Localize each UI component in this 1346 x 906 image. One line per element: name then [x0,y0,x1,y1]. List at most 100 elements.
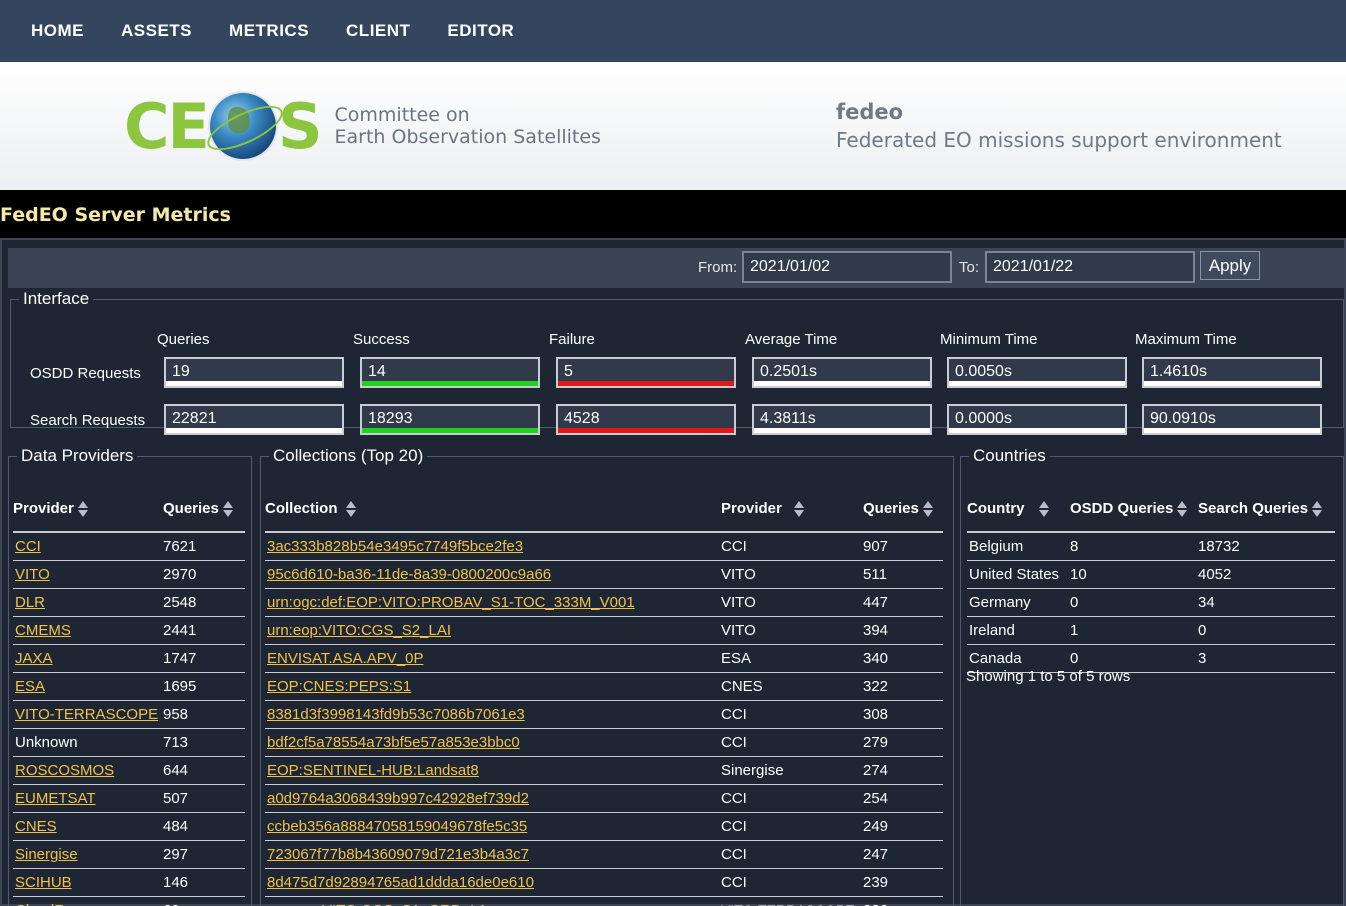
nav-editor[interactable]: EDITOR [447,21,514,41]
sort-icon[interactable] [1312,501,1323,518]
sort-icon[interactable] [1177,501,1188,518]
provider-link[interactable]: SCIHUB [15,874,72,891]
nav-home[interactable]: HOME [31,21,84,41]
apply-button[interactable]: Apply [1200,251,1260,280]
nav-metrics[interactable]: METRICS [229,21,309,41]
logo-tag-line-1: Committee on [334,104,470,126]
collection-provider-cell: CCI [721,728,863,757]
sort-icon[interactable] [922,501,933,518]
collection-queries-cell: 254 [863,784,943,813]
logo-tagline: Committee on Earth Observation Satellite… [335,104,601,148]
search-queries-header-label: Search Queries [1198,499,1309,517]
provider-link[interactable]: JAXA [15,650,53,667]
collections-table: Collection Provider Queries 3ac333b828b5… [265,486,943,906]
provider-cell: JAXA [13,644,163,673]
collection-provider-cell: VITO [721,616,863,645]
sort-icon[interactable] [793,501,804,518]
country-name-cell: Ireland [967,616,1070,645]
queries-header[interactable]: Queries [163,486,245,533]
table-row: 95c6d610-ba36-11de-8a39-0800200c9a66 VITO… [265,560,943,589]
provider-cell: CMEMS [13,616,163,645]
collection-queries-cell: 249 [863,812,943,841]
collection-link[interactable]: a0d9764a3068439b997c42928ef739d2 [267,790,529,807]
provider-link[interactable]: CMEMS [15,622,71,639]
collection-queries-cell: 394 [863,616,943,645]
provider-cell: DLR [13,588,163,617]
provider-queries-cell: 2970 [163,560,245,589]
provider-link[interactable]: VITO-TERRASCOPE [15,706,158,723]
provider-link[interactable]: CNES [15,818,57,835]
collection-link[interactable]: 3ac333b828b54e3495c7749f5bce2fe3 [267,538,523,555]
provider-link[interactable]: CloudFerro [15,902,90,906]
collection-link[interactable]: bdf2cf5a78554a73bf5e57a853e3bbc0 [267,734,520,751]
collection-link[interactable]: 8d475d7d92894765ad1ddda16de0e610 [267,874,534,891]
provider-cell: CCI [13,532,163,561]
coll-queries-header-label: Queries [863,499,919,517]
table-row: EOP:CNES:PEPS:S1 CNES 322 [265,672,943,701]
provider-link[interactable]: Sinergise [15,846,78,863]
osdd-queries-header[interactable]: OSDD Queries [1070,486,1198,533]
collection-link[interactable]: 95c6d610-ba36-11de-8a39-0800200c9a66 [267,566,551,583]
provider-link[interactable]: CCI [15,538,41,555]
osdd-success-bar [362,381,538,386]
countries-table: Country OSDD Queries Search Queries Belg… [967,486,1335,673]
provider-link[interactable]: EUMETSAT [15,790,96,807]
provider-link[interactable]: ESA [15,678,45,695]
provider-link[interactable]: DLR [15,594,45,611]
collection-link[interactable]: 723067f77b8b43609079d721e3b4a3c7 [267,846,529,863]
country-header[interactable]: Country [967,486,1070,533]
collection-link[interactable]: 8381d3f3998143fd9b53c7086b7061e3 [267,706,525,723]
sort-icon[interactable] [77,501,88,518]
search-minimum-time-value: 0.0000s [955,410,1012,427]
metrics-panel: From: To: Apply Interface Queries Succes… [0,238,1346,906]
top-nav: HOME ASSETS METRICS CLIENT EDITOR [0,0,1346,62]
collection-cell: 3ac333b828b54e3495c7749f5bce2fe3 [265,532,721,561]
collection-cell: EOP:SENTINEL-HUB:Landsat8 [265,756,721,785]
countries-legend: Countries [973,446,1046,465]
collection-link[interactable]: urn:ogc:def:EOP:VITO:PROBAV_S1-TOC_333M_… [267,594,635,611]
collection-link[interactable]: ENVISAT.ASA.APV_0P [267,650,423,667]
provider-link[interactable]: ROSCOSMOS [15,762,114,779]
osdd-queries-box: 19 [164,357,344,388]
collection-link[interactable]: EOP:SENTINEL-HUB:Landsat8 [267,762,479,779]
table-row: DLR 2548 [13,588,245,617]
search-average-time-box: 4.3811s [752,404,932,435]
providers-table: Provider Queries CCI 7621 VITO 2970 DLR 2548 C… [13,486,245,906]
osdd-success-value: 14 [368,363,386,380]
from-date-input[interactable] [742,251,952,283]
coll-provider-header[interactable]: Provider [721,486,863,533]
coll-queries-header[interactable]: Queries [863,486,943,533]
nav-assets[interactable]: ASSETS [121,21,192,41]
osdd-failure-value: 5 [564,363,573,380]
title-bar: FedEO Server Metrics [0,190,1346,238]
search-failure-value: 4528 [564,410,600,427]
osdd-requests-label: OSDD Requests [30,365,141,382]
to-date-input[interactable] [985,251,1195,283]
search-success-box: 18293 [360,404,540,435]
country-search-cell: 0 [1198,616,1335,645]
collection-link[interactable]: urn:eop:VITO:CGS_S2_LAI [267,622,451,639]
collection-link[interactable]: EOP:CNES:PEPS:S1 [267,678,411,695]
sort-icon[interactable] [345,501,356,518]
search-queries-value: 22821 [172,410,217,427]
table-row: VITO-TERRASCOPE 958 [13,700,245,729]
collection-header[interactable]: Collection [265,486,721,533]
collections-fieldset: Collections (Top 20) Collection Provider… [260,446,954,906]
collection-cell: bdf2cf5a78554a73bf5e57a853e3bbc0 [265,728,721,757]
collection-link[interactable]: ccbeb356a88847058159049678fe5c35 [267,818,527,835]
sort-icon[interactable] [1038,501,1049,518]
search-average-time-bar [754,428,930,433]
provider-link[interactable]: VITO [15,566,50,583]
fedeo-title: fedeo [836,100,904,124]
sort-icon[interactable] [222,501,233,518]
search-minimum-time-box: 0.0000s [947,404,1127,435]
search-queries-header[interactable]: Search Queries [1198,486,1335,533]
logo-letters-right: S [277,89,323,163]
provider-header[interactable]: Provider [13,486,163,533]
collection-provider-cell: CCI [721,868,863,897]
table-row: Sinergise 297 [13,840,245,869]
collections-legend: Collections (Top 20) [273,446,424,465]
nav-client[interactable]: CLIENT [346,21,410,41]
col-average-time: Average Time [745,331,838,348]
collection-link[interactable]: urn:eop:VITO:CGS_S1_GRD_L1 [267,902,487,906]
